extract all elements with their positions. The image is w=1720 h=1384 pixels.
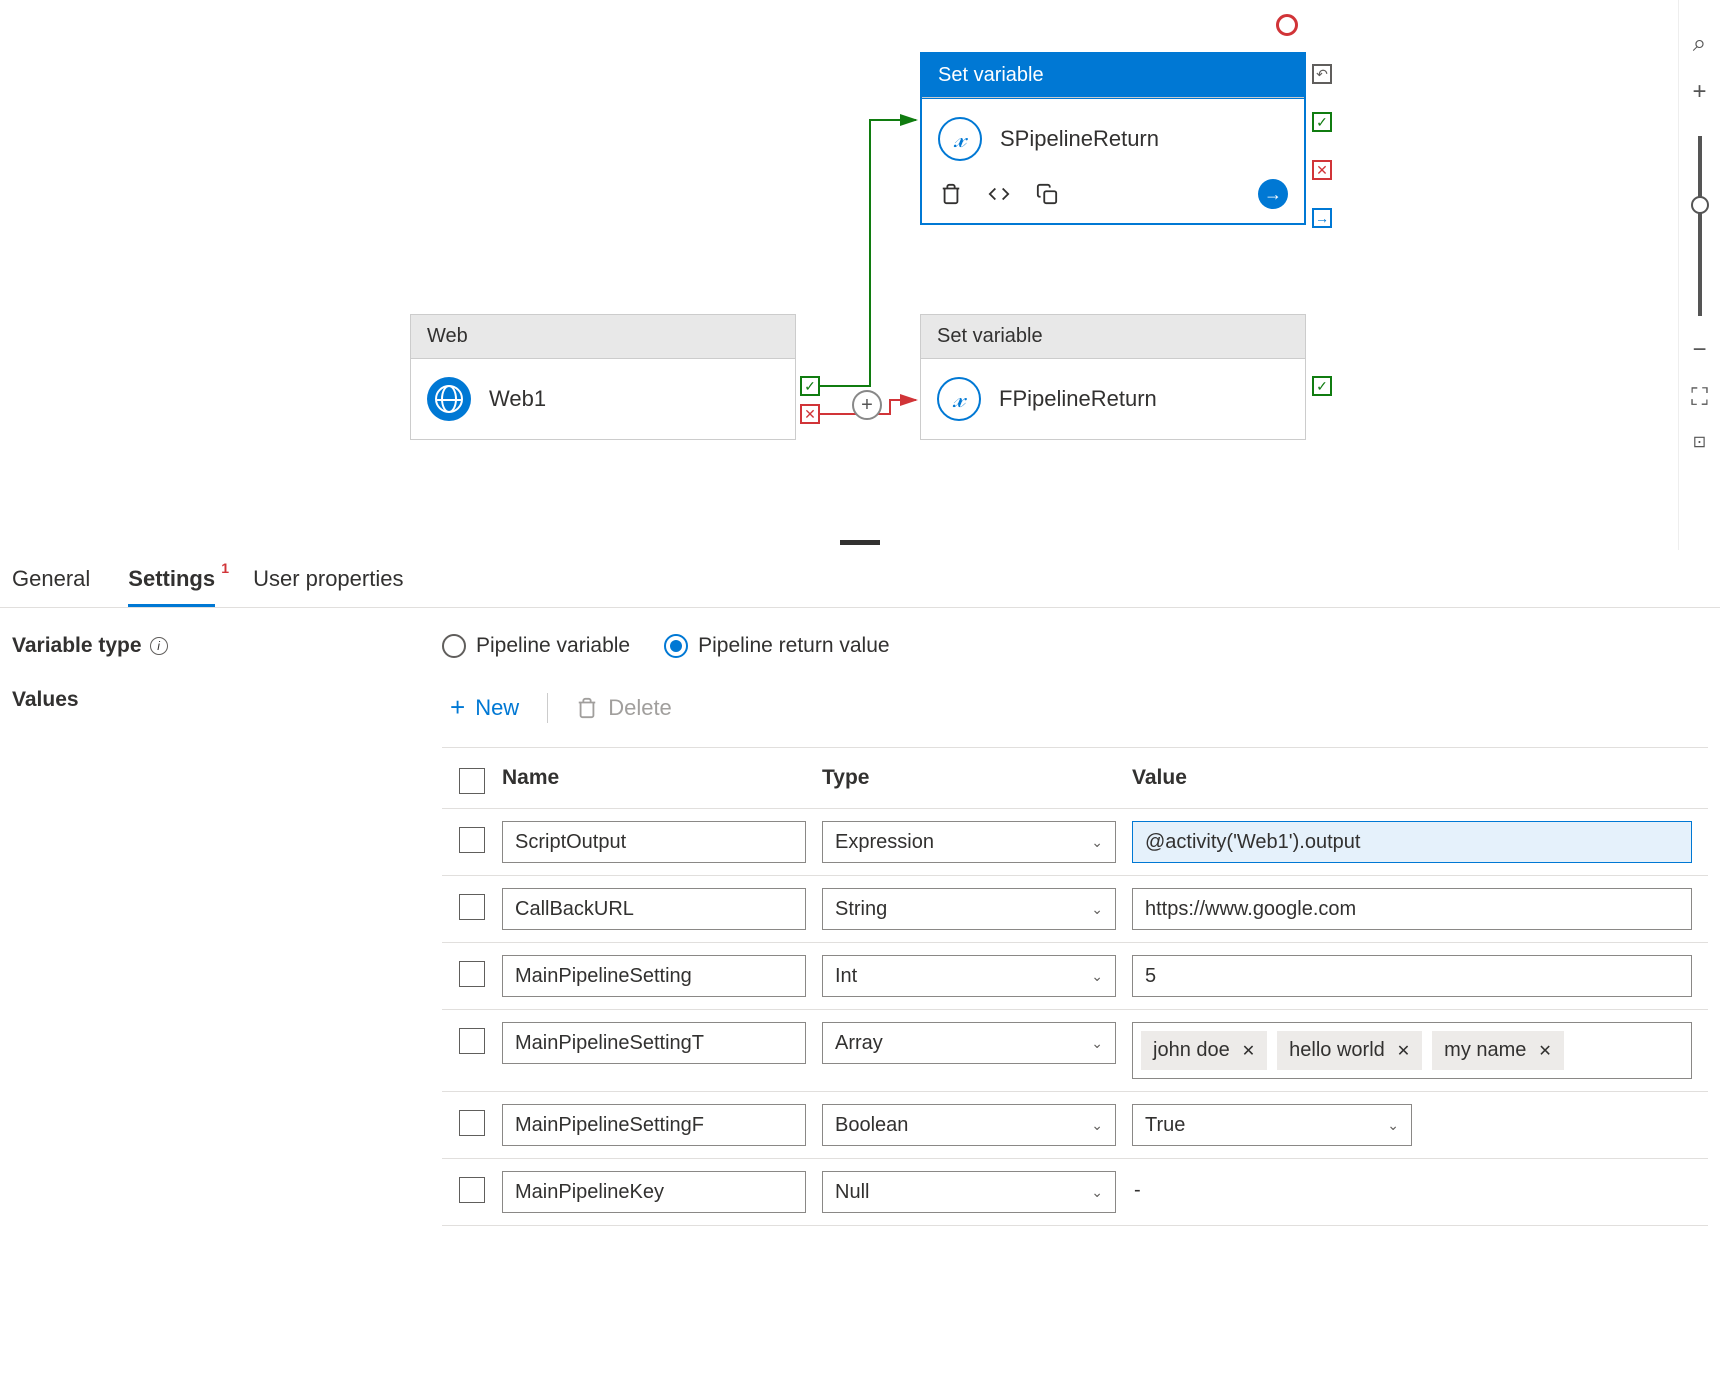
row-checkbox[interactable] — [459, 1110, 485, 1136]
row-checkbox[interactable] — [459, 827, 485, 853]
activity-set-variable-spipeline[interactable]: Set variable 𝓍 SPipelineReturn → — [920, 52, 1306, 225]
values-table: Name Type Value ScriptOutput Expression⌄… — [442, 747, 1708, 1226]
expand-icon[interactable]: → — [1258, 179, 1288, 209]
validation-indicator-icon — [1276, 14, 1298, 36]
activity-name: SPipelineReturn — [1000, 126, 1159, 152]
column-type-header[interactable]: Type — [822, 766, 1132, 790]
copy-icon[interactable] — [1034, 181, 1060, 207]
table-header-row: Name Type Value — [442, 748, 1708, 809]
activity-header: Set variable — [921, 315, 1305, 359]
tag: hello world✕ — [1277, 1031, 1422, 1070]
value-input[interactable]: 5 — [1132, 955, 1692, 997]
radio-pipeline-return-value[interactable]: Pipeline return value — [664, 634, 889, 658]
success-output-icon[interactable]: ✓ — [1312, 112, 1332, 132]
panel-resize-handle[interactable] — [840, 540, 880, 545]
zoom-in-icon[interactable]: + — [1692, 78, 1706, 106]
activity-name: Web1 — [489, 386, 546, 412]
new-button[interactable]: + New — [442, 688, 527, 727]
row-checkbox[interactable] — [459, 894, 485, 920]
activity-header: Set variable — [922, 54, 1304, 98]
activity-web[interactable]: Web Web1 — [410, 314, 796, 440]
variable-type-radio-group: Pipeline variable Pipeline return value — [442, 634, 890, 658]
info-icon[interactable]: i — [150, 637, 168, 655]
add-activity-button[interactable]: + — [852, 390, 882, 420]
table-row: ScriptOutput Expression⌄ @activity('Web1… — [442, 809, 1708, 876]
settings-panel: Variable type i Pipeline variable Pipeli… — [0, 608, 1720, 1282]
name-input[interactable]: CallBackURL — [502, 888, 806, 930]
globe-icon — [427, 377, 471, 421]
name-input[interactable]: ScriptOutput — [502, 821, 806, 863]
tab-user-properties[interactable]: User properties — [253, 566, 403, 607]
fit-icon[interactable]: ⛶ — [1691, 384, 1708, 412]
connectors — [0, 0, 1720, 550]
property-tabs: General Settings 1 User properties — [0, 550, 1720, 608]
type-select[interactable]: Null⌄ — [822, 1171, 1116, 1213]
table-row: CallBackURL String⌄ https://www.google.c… — [442, 876, 1708, 943]
name-input[interactable]: MainPipelineSetting — [502, 955, 806, 997]
type-select[interactable]: Array⌄ — [822, 1022, 1116, 1064]
activity-set-variable-fpipeline[interactable]: Set variable 𝓍 FPipelineReturn — [920, 314, 1306, 440]
activity-name: FPipelineReturn — [999, 386, 1157, 412]
column-name-header[interactable]: Name — [502, 766, 822, 790]
canvas-toolbar: ⌕ + − ⛶ ⊡ — [1678, 0, 1720, 550]
table-row: MainPipelineSettingF Boolean⌄ True⌄ — [442, 1092, 1708, 1159]
name-input[interactable]: MainPipelineSettingT — [502, 1022, 806, 1064]
column-value-header[interactable]: Value — [1132, 766, 1708, 790]
remove-tag-icon[interactable]: ✕ — [1538, 1041, 1551, 1061]
value-null: - — [1132, 1171, 1692, 1210]
failure-output-icon[interactable]: ✕ — [800, 404, 820, 424]
name-input[interactable]: MainPipelineSettingF — [502, 1104, 806, 1146]
value-select[interactable]: True⌄ — [1132, 1104, 1412, 1146]
divider — [547, 693, 548, 723]
radio-pipeline-variable[interactable]: Pipeline variable — [442, 634, 630, 658]
type-select[interactable]: String⌄ — [822, 888, 1116, 930]
failure-output-icon[interactable]: ✕ — [1312, 160, 1332, 180]
code-icon[interactable] — [986, 181, 1012, 207]
value-input[interactable]: @activity('Web1').output — [1132, 821, 1692, 863]
value-input[interactable]: https://www.google.com — [1132, 888, 1692, 930]
validation-badge: 1 — [221, 560, 229, 576]
type-select[interactable]: Int⌄ — [822, 955, 1116, 997]
pipeline-canvas[interactable]: Web Web1 ✓ ✕ + Set variable 𝓍 SPipelineR… — [0, 0, 1720, 550]
tab-settings[interactable]: Settings 1 — [128, 566, 215, 607]
variable-icon: 𝓍 — [938, 117, 982, 161]
success-output-icon[interactable]: ✓ — [800, 376, 820, 396]
remove-tag-icon[interactable]: ✕ — [1397, 1041, 1410, 1061]
zoom-slider[interactable] — [1698, 136, 1702, 316]
values-label: Values — [12, 688, 442, 712]
skip-output-icon[interactable]: → — [1312, 208, 1332, 228]
row-checkbox[interactable] — [459, 1177, 485, 1203]
row-checkbox[interactable] — [459, 1028, 485, 1054]
tag: my name✕ — [1432, 1031, 1564, 1070]
table-row: MainPipelineKey Null⌄ - — [442, 1159, 1708, 1226]
delete-button[interactable]: Delete — [568, 691, 680, 725]
row-checkbox[interactable] — [459, 961, 485, 987]
variable-icon: 𝓍 — [937, 377, 981, 421]
type-select[interactable]: Expression⌄ — [822, 821, 1116, 863]
value-tags-input[interactable]: john doe✕ hello world✕ my name✕ — [1132, 1022, 1692, 1079]
table-row: MainPipelineSetting Int⌄ 5 — [442, 943, 1708, 1010]
select-all-checkbox[interactable] — [459, 768, 485, 794]
success-output-icon[interactable]: ✓ — [1312, 376, 1332, 396]
zoom-out-icon[interactable]: − — [1692, 336, 1706, 364]
search-icon[interactable]: ⌕ — [1693, 30, 1706, 58]
layout-icon[interactable]: ⊡ — [1693, 432, 1706, 452]
variable-type-label: Variable type i — [12, 634, 442, 658]
remove-tag-icon[interactable]: ✕ — [1242, 1041, 1255, 1061]
tab-general[interactable]: General — [12, 566, 90, 607]
completion-output-icon[interactable]: ↶ — [1312, 64, 1332, 84]
name-input[interactable]: MainPipelineKey — [502, 1171, 806, 1213]
type-select[interactable]: Boolean⌄ — [822, 1104, 1116, 1146]
table-row: MainPipelineSettingT Array⌄ john doe✕ he… — [442, 1010, 1708, 1092]
activity-header: Web — [411, 315, 795, 359]
delete-icon[interactable] — [938, 181, 964, 207]
tag: john doe✕ — [1141, 1031, 1267, 1070]
values-toolbar: + New Delete — [442, 688, 1708, 727]
